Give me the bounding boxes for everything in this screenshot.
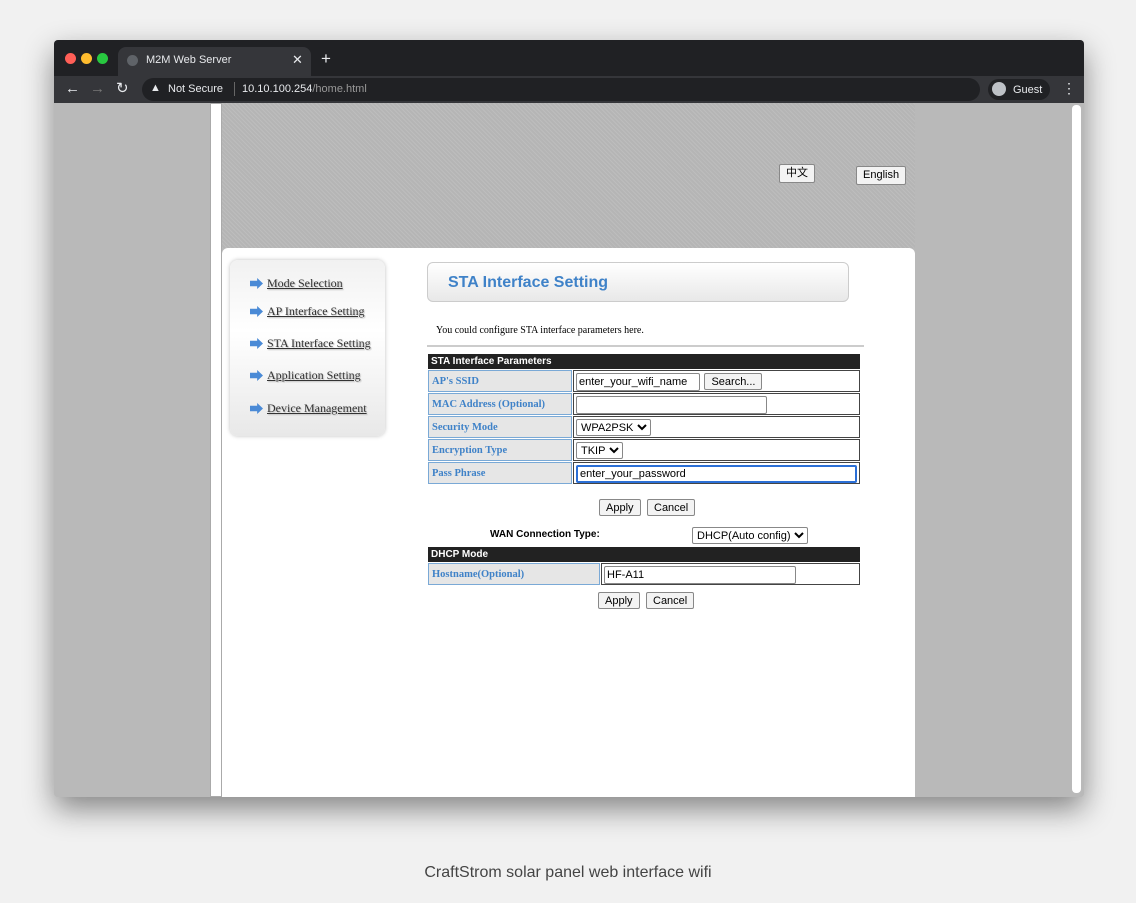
- divider: [427, 345, 864, 347]
- pass-phrase-input[interactable]: [576, 464, 857, 483]
- close-tab-icon[interactable]: ✕: [292, 52, 303, 68]
- nav-label: STA Interface Setting: [267, 336, 371, 350]
- new-tab-button[interactable]: +: [321, 49, 331, 69]
- security-mode-select[interactable]: WPA2PSK: [576, 419, 651, 437]
- mac-label: MAC Address (Optional): [428, 393, 572, 415]
- maximize-window-button[interactable]: [97, 53, 108, 64]
- arrow-icon: [250, 370, 263, 381]
- url: 10.10.100.254/home.html: [242, 83, 367, 95]
- tab-bar: M2M Web Server ✕ +: [54, 40, 1084, 76]
- sta-table-header: STA Interface Parameters: [428, 354, 860, 369]
- profile-button[interactable]: Guest: [988, 79, 1050, 100]
- security-mode-label: Security Mode: [428, 416, 572, 438]
- hostname-input[interactable]: [604, 565, 796, 584]
- search-button[interactable]: Search...: [704, 373, 763, 390]
- page-viewport: 中文 English Mode Selection AP Interface S…: [54, 103, 1084, 797]
- sidebar-nav: Mode Selection AP Interface Setting STA …: [230, 260, 385, 436]
- nav-mode-selection[interactable]: Mode Selection: [250, 276, 343, 291]
- page-description: You could configure STA interface parame…: [436, 325, 644, 336]
- arrow-icon: [250, 278, 263, 289]
- pass-phrase-label: Pass Phrase: [428, 462, 572, 484]
- sta-cancel-button[interactable]: Cancel: [647, 499, 696, 516]
- sta-apply-button[interactable]: Apply: [599, 499, 641, 516]
- arrow-icon: [250, 338, 263, 349]
- main-panel: Mode Selection AP Interface Setting STA …: [222, 248, 915, 797]
- back-icon[interactable]: ←: [65, 80, 80, 97]
- nav-label: AP Interface Setting: [267, 304, 365, 318]
- dhcp-apply-button[interactable]: Apply: [598, 592, 640, 609]
- ssid-label: AP's SSID: [428, 370, 572, 392]
- url-host: 10.10.100.254: [242, 83, 313, 95]
- ssid-input[interactable]: [576, 372, 700, 391]
- warning-icon: ▲: [150, 82, 161, 94]
- nav-label: Mode Selection: [267, 276, 343, 290]
- chinese-language-button[interactable]: 中文: [779, 164, 815, 183]
- browser-window: M2M Web Server ✕ + ← → ↻ ▲ Not Secure 10…: [54, 40, 1084, 797]
- toolbar: ← → ↻ ▲ Not Secure 10.10.100.254/home.ht…: [54, 76, 1084, 103]
- dhcp-table-header: DHCP Mode: [428, 547, 860, 562]
- tab-m2m-web-server[interactable]: M2M Web Server ✕: [118, 47, 311, 76]
- forward-icon[interactable]: →: [90, 80, 105, 97]
- scrollbar[interactable]: [1072, 105, 1081, 793]
- reload-icon[interactable]: ↻: [116, 79, 129, 97]
- encryption-type-label: Encryption Type: [428, 439, 572, 461]
- avatar-icon: [992, 82, 1006, 96]
- close-window-button[interactable]: [65, 53, 76, 64]
- nav-label: Application Setting: [267, 368, 361, 382]
- mac-address-input[interactable]: [576, 395, 767, 414]
- profile-name: Guest: [1013, 84, 1043, 96]
- hostname-label: Hostname(Optional): [428, 563, 600, 585]
- security-status[interactable]: Not Secure: [168, 83, 223, 95]
- caption: CraftStrom solar panel web interface wif…: [424, 864, 712, 881]
- wan-connection-label: WAN Connection Type:: [490, 529, 600, 540]
- arrow-icon: [250, 306, 263, 317]
- nav-device-management[interactable]: Device Management: [250, 401, 367, 416]
- wan-connection-select[interactable]: DHCP(Auto config): [692, 527, 808, 544]
- minimize-window-button[interactable]: [81, 53, 92, 64]
- nav-sta-interface-setting[interactable]: STA Interface Setting: [250, 336, 371, 351]
- tab-title: M2M Web Server: [146, 54, 232, 66]
- dhcp-table: DHCP Mode Hostname(Optional): [427, 546, 861, 586]
- left-frame-bar: [210, 103, 222, 797]
- dhcp-cancel-button[interactable]: Cancel: [646, 592, 695, 609]
- nav-ap-interface-setting[interactable]: AP Interface Setting: [250, 304, 365, 319]
- sta-parameters-table: STA Interface Parameters AP's SSID Searc…: [427, 353, 861, 485]
- nav-label: Device Management: [267, 401, 367, 415]
- nav-application-setting[interactable]: Application Setting: [250, 368, 361, 383]
- english-language-button[interactable]: English: [856, 166, 907, 185]
- page-title: STA Interface Setting: [427, 262, 849, 302]
- url-path: /home.html: [312, 83, 367, 95]
- arrow-icon: [250, 403, 263, 414]
- encryption-type-select[interactable]: TKIP: [576, 442, 623, 460]
- address-bar[interactable]: ▲ Not Secure 10.10.100.254/home.html: [142, 78, 980, 101]
- globe-icon: [127, 55, 138, 66]
- menu-icon[interactable]: ⋮: [1062, 80, 1076, 97]
- divider: [234, 82, 235, 96]
